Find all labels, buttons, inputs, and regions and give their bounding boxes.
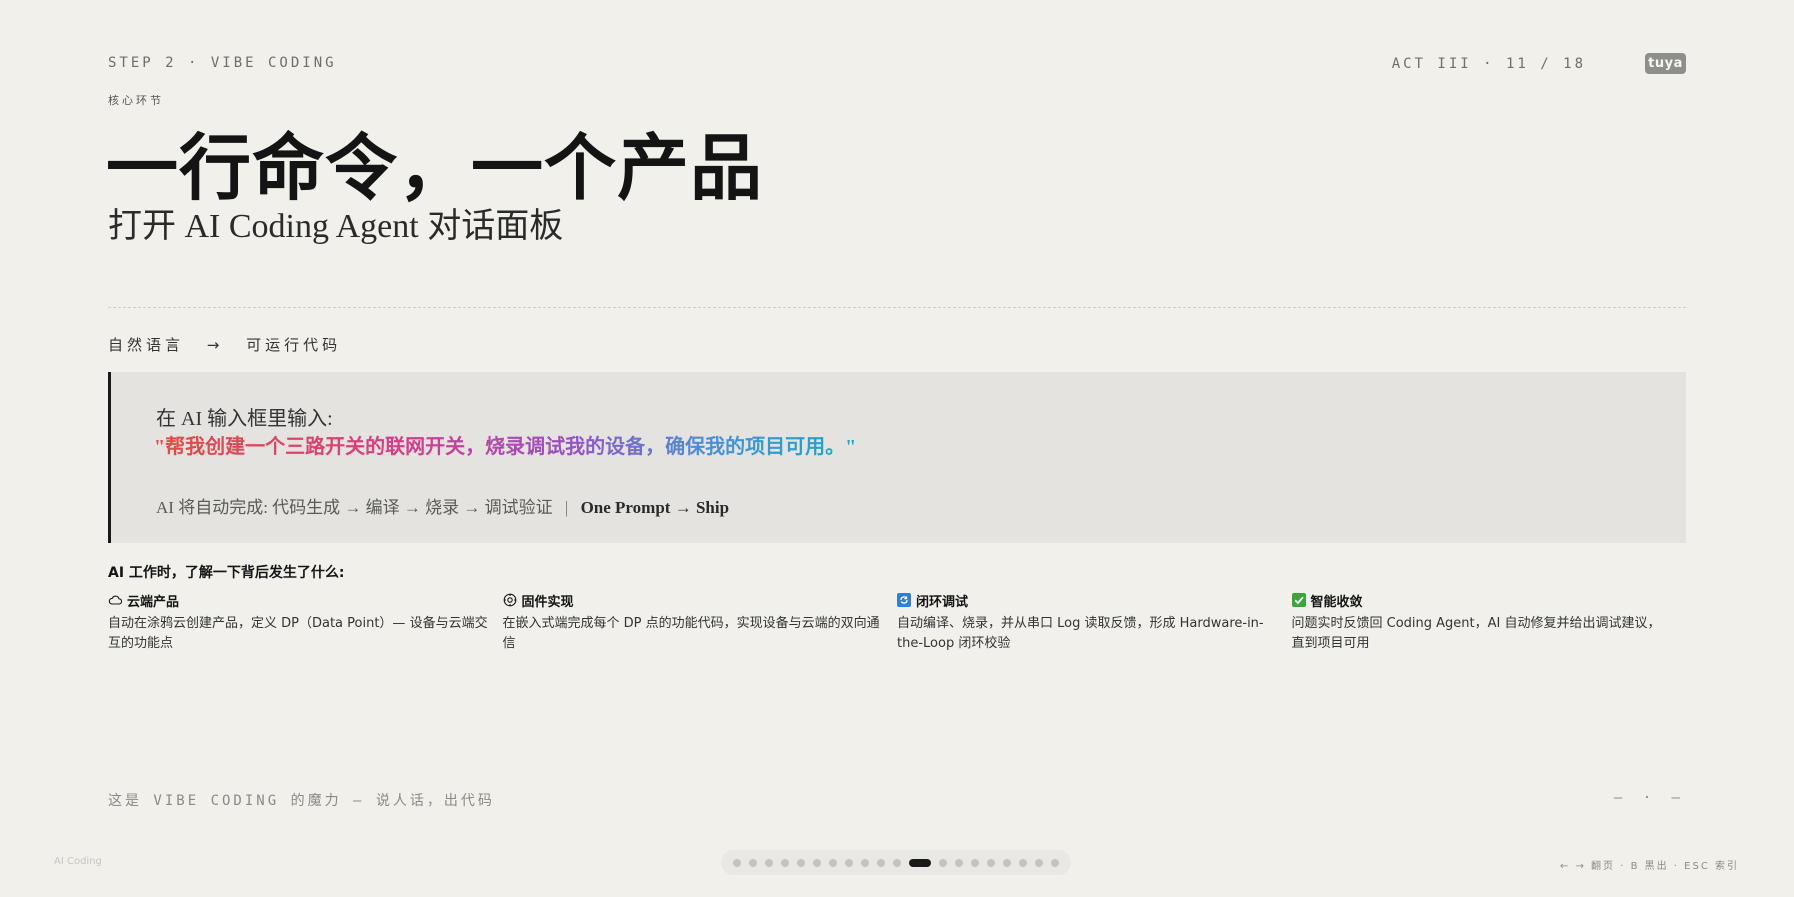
pager-dot[interactable] [1019, 858, 1027, 867]
step-label: STEP 2 · VIBE CODING [108, 55, 337, 71]
pager-dot-active[interactable] [909, 858, 931, 867]
pipeline-steps: AI 将自动完成: 代码生成 → 编译 → 烧录 → 调试验证 | One Pr… [156, 493, 729, 518]
act-counter: ACT III · 11 / 18 [1391, 56, 1586, 72]
card-cloud-product: 云端产品 自动在涂鸦云创建产品，定义 DP（Data Point）— 设备与云端… [108, 591, 503, 654]
section-divider [108, 307, 1686, 308]
pipeline-separator: | [564, 498, 569, 517]
pager-dot[interactable] [1035, 858, 1043, 867]
footer-dashes: — · — [1613, 790, 1686, 806]
pager-dot[interactable] [893, 858, 901, 867]
pager-dot[interactable] [1051, 858, 1059, 867]
pager-dot[interactable] [955, 858, 963, 867]
pipeline-slogan: One Prompt → Ship [580, 498, 730, 517]
arrow-right-icon: → [206, 336, 224, 354]
behind-heading: AI 工作时，了解一下背后发生了什么: [108, 565, 345, 581]
page-subtitle: 打开 AI Coding Agent 对话面板 [108, 208, 564, 245]
prompt-text: "帮我创建一个三路开关的联网开关，烧录调试我的设备，确保我的项目可用。" [154, 430, 856, 459]
corner-caption: AI Coding [54, 856, 102, 867]
tuya-logo: tuya [1645, 53, 1686, 74]
pager-dot[interactable] [845, 858, 853, 867]
pager-dot[interactable] [829, 858, 837, 867]
pager-dot[interactable] [861, 858, 869, 867]
flow-from: 自然语言 [108, 336, 185, 354]
prompt-box: 在 AI 输入框里输入: "帮我创建一个三路开关的联网开关，烧录调试我的设备，确… [108, 372, 1686, 543]
core-label: 核心环节 [108, 94, 164, 107]
pager-dot[interactable] [733, 858, 741, 867]
pager-dot[interactable] [939, 858, 947, 867]
pager-dot[interactable] [971, 858, 979, 867]
cloud-icon [108, 593, 122, 607]
slide-pager[interactable] [721, 850, 1071, 875]
behind-cards: 云端产品 自动在涂鸦云创建产品，定义 DP（Data Point）— 设备与云端… [108, 591, 1686, 654]
pager-dot[interactable] [797, 858, 805, 867]
pager-dot[interactable] [877, 858, 885, 867]
card-desc: 自动在涂鸦云创建产品，定义 DP（Data Point）— 设备与云端交互的功能… [108, 616, 488, 651]
flow-label: 自然语言 → 可运行代码 [108, 334, 341, 355]
card-closed-loop: 闭环调试 自动编译、烧录，并从串口 Log 读取反馈，形成 Hardware-i… [897, 591, 1292, 654]
card-firmware: 固件实现 在嵌入式端完成每个 DP 点的功能代码，实现设备与云端的双向通信 [503, 591, 898, 654]
pager-dot[interactable] [813, 858, 821, 867]
loop-icon [897, 593, 911, 607]
card-desc: 自动编译、烧录，并从串口 Log 读取反馈，形成 Hardware-in-the… [897, 616, 1264, 651]
pager-dot[interactable] [1003, 858, 1011, 867]
card-desc: 问题实时反馈回 Coding Agent，AI 自动修复并给出调试建议，直到项目… [1291, 616, 1661, 651]
pipeline-prefix: AI 将自动完成: 代码生成 → 编译 → 烧录 → 调试验证 [156, 498, 553, 517]
flow-to: 可运行代码 [246, 336, 342, 354]
card-title: 固件实现 [521, 594, 574, 610]
keyboard-hints: ← → 翻页 · B 黑出 · ESC 索引 [1559, 861, 1739, 872]
chip-icon [503, 593, 517, 607]
pager-dot[interactable] [987, 858, 995, 867]
check-icon [1291, 593, 1306, 607]
prompt-intro: 在 AI 输入框里输入: [156, 408, 333, 430]
card-title: 闭环调试 [916, 594, 969, 610]
slide-page: STEP 2 · VIBE CODING 核心环节 ACT III · 11 /… [0, 0, 1794, 897]
card-title: 智能收敛 [1310, 594, 1363, 610]
page-title: 一行命令，一个产品 [106, 129, 764, 209]
card-title: 云端产品 [127, 594, 180, 610]
pager-dot[interactable] [781, 858, 789, 867]
footer-tagline: 这是 VIBE CODING 的魔力 — 说人话，出代码 [108, 793, 495, 809]
pager-dot[interactable] [765, 858, 773, 867]
card-convergence: 智能收敛 问题实时反馈回 Coding Agent，AI 自动修复并给出调试建议… [1291, 591, 1687, 654]
card-desc: 在嵌入式端完成每个 DP 点的功能代码，实现设备与云端的双向通信 [502, 616, 880, 651]
pager-dot[interactable] [749, 858, 757, 867]
